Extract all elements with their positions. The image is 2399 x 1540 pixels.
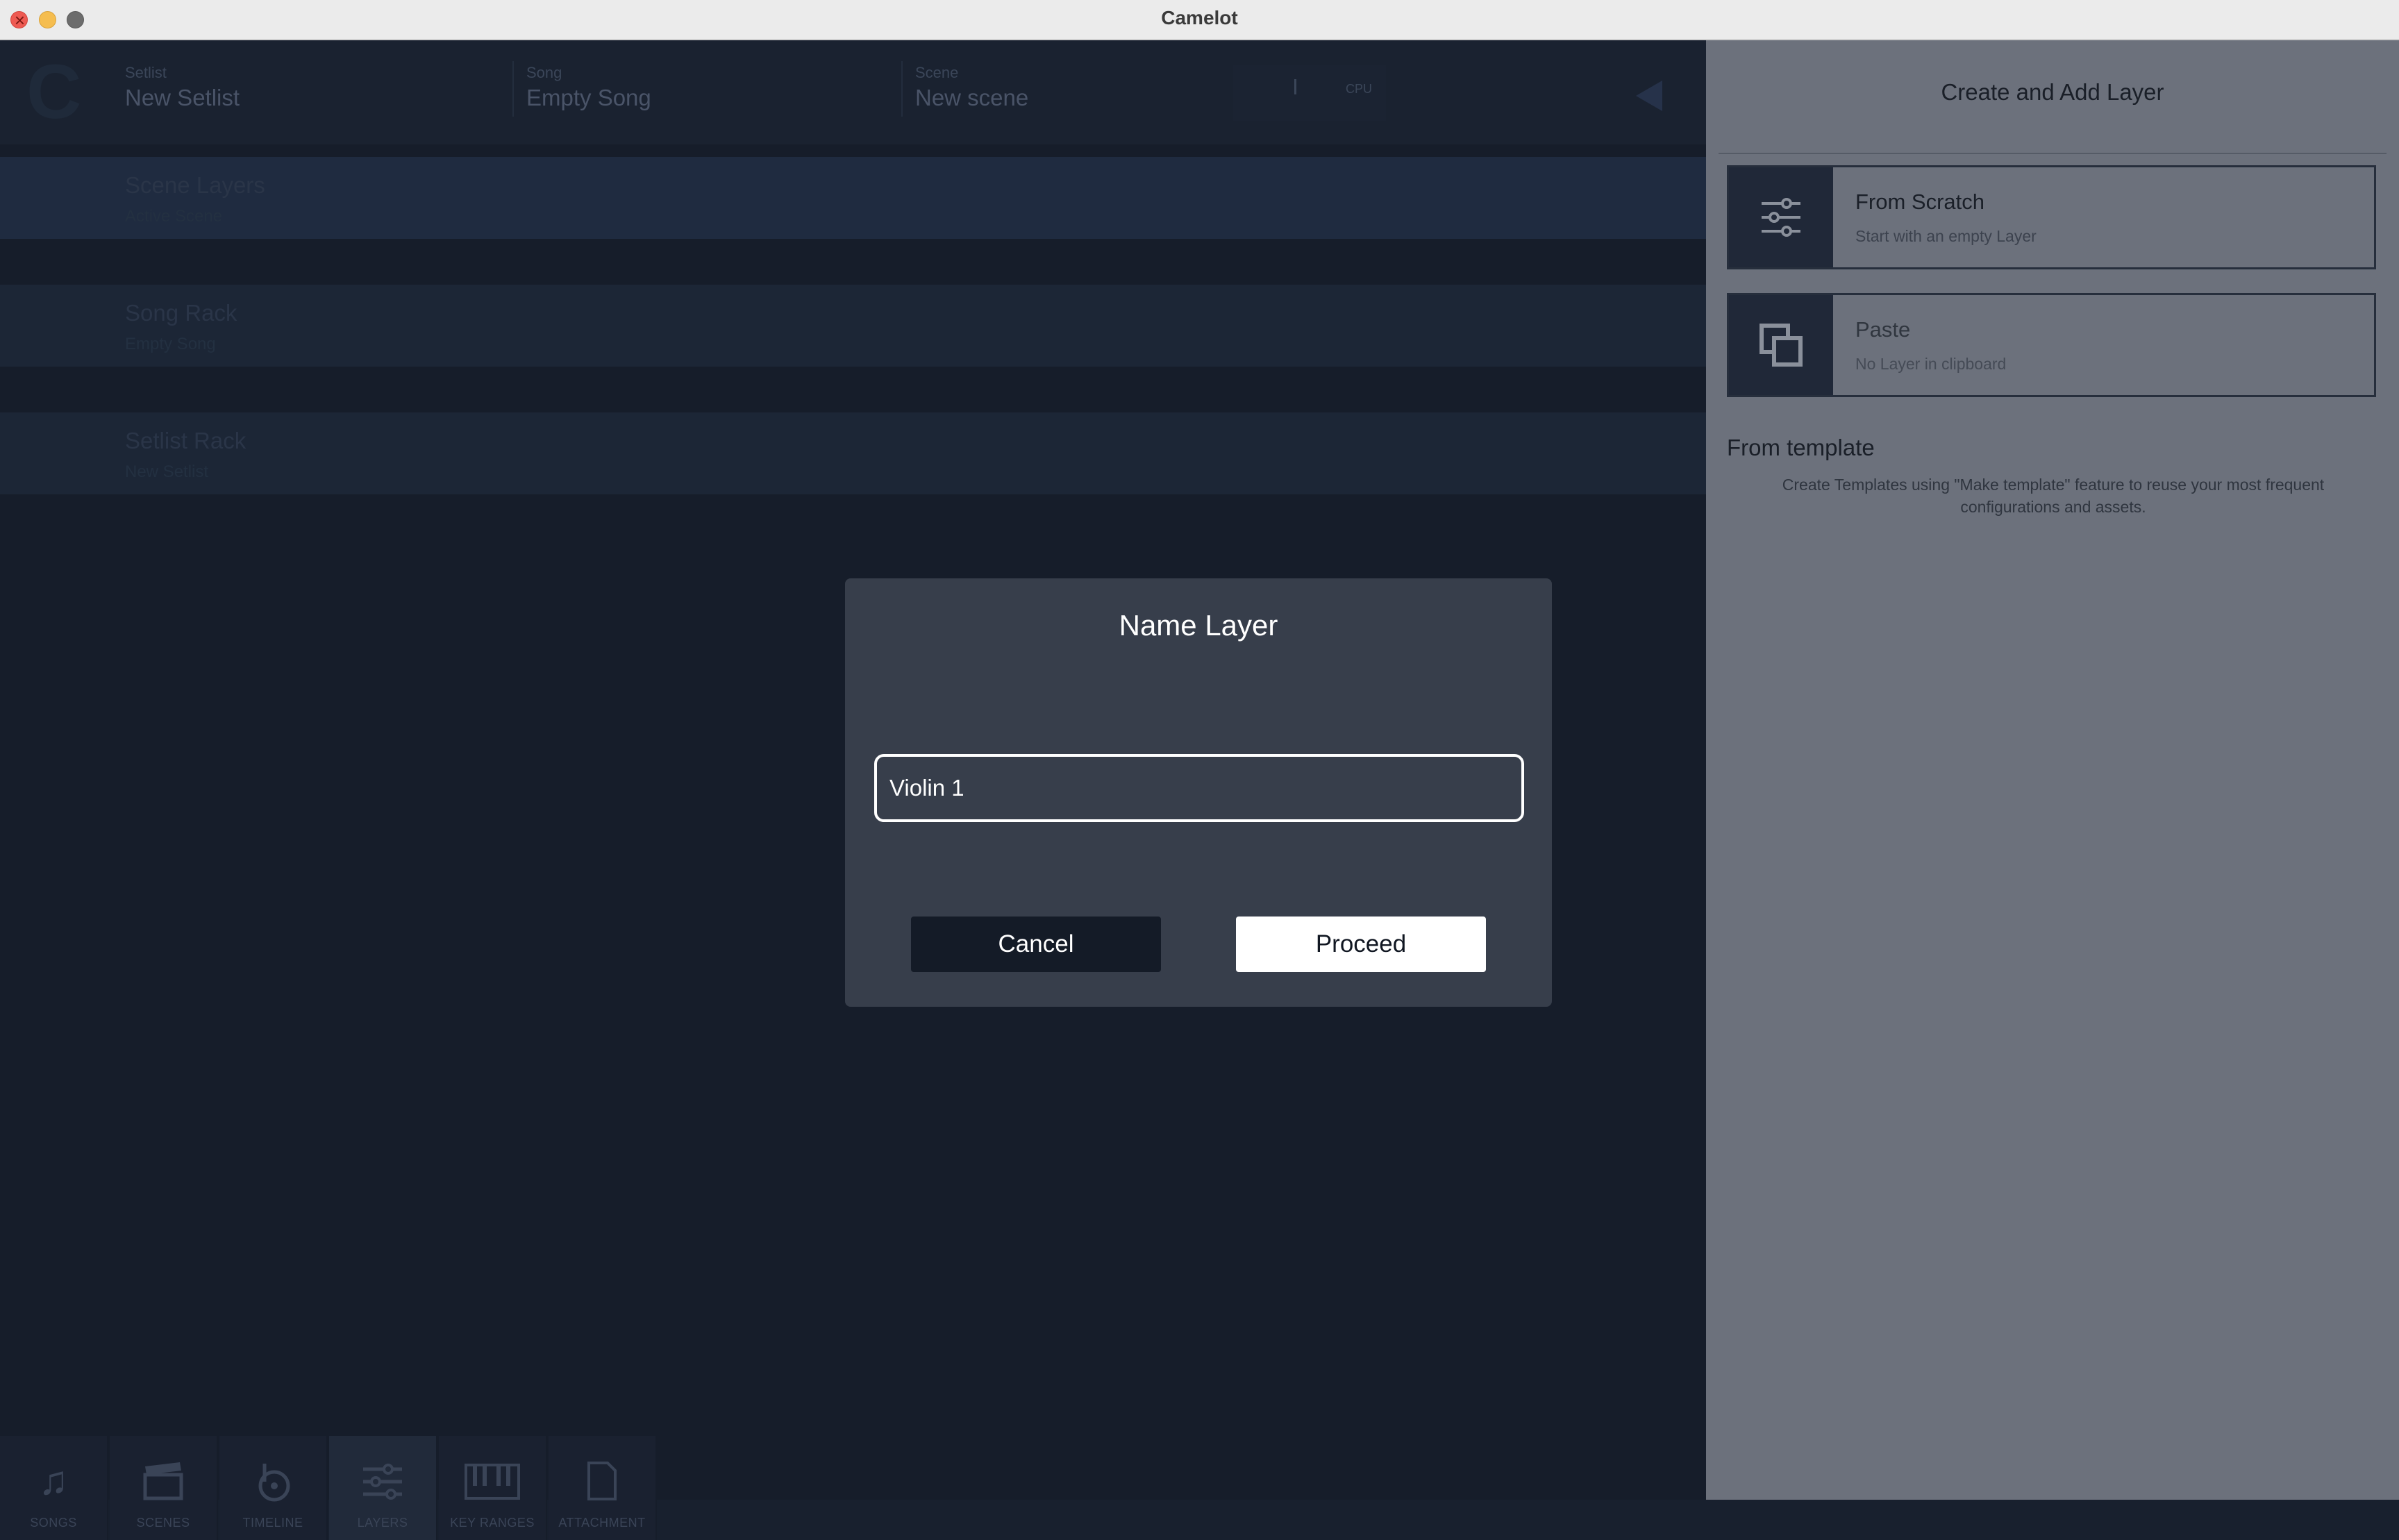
tab-attachment[interactable]: ATTACHMENT bbox=[549, 1436, 657, 1540]
song-value: Empty Song bbox=[526, 85, 651, 110]
camelot-logo-icon[interactable]: C bbox=[26, 54, 82, 131]
cpu-meter-bar bbox=[1294, 79, 1296, 94]
tab-label: SONGS bbox=[30, 1516, 77, 1530]
tab-layers[interactable]: LAYERS bbox=[329, 1436, 437, 1540]
tab-label: ATTACHMENT bbox=[558, 1516, 646, 1530]
timeline-icon bbox=[219, 1457, 326, 1505]
paste-icon bbox=[1729, 295, 1833, 395]
option-title: From Scratch bbox=[1855, 190, 1985, 214]
template-description: Create Templates using "Make template" f… bbox=[1782, 476, 2325, 516]
panel-divider bbox=[1719, 153, 2387, 154]
header-divider bbox=[512, 61, 514, 117]
cpu-label: CPU bbox=[1346, 82, 1373, 96]
cancel-button[interactable]: Cancel bbox=[911, 917, 1161, 972]
top-bar: C Setlist New Setlist Song Empty Song Sc… bbox=[0, 40, 1706, 144]
tab-songs[interactable]: ♫ SONGS bbox=[0, 1436, 108, 1540]
layer-row-title: Scene Layers bbox=[125, 172, 265, 198]
tab-key-ranges[interactable]: KEY RANGES bbox=[439, 1436, 547, 1540]
header-divider bbox=[901, 61, 903, 117]
tab-timeline[interactable]: TIMELINE bbox=[219, 1436, 328, 1540]
collapse-panel-icon[interactable] bbox=[1636, 81, 1662, 111]
layer-row-scene-layers[interactable]: Scene Layers Active Scene bbox=[0, 157, 1706, 239]
tab-label: SCENES bbox=[136, 1516, 190, 1530]
setlist-selector[interactable]: Setlist New Setlist bbox=[125, 64, 240, 111]
scene-value: New scene bbox=[915, 85, 1029, 110]
paste-option[interactable]: Paste No Layer in clipboard bbox=[1727, 293, 2376, 397]
window-titlebar: Camelot bbox=[0, 0, 2399, 40]
name-layer-dialog: Name Layer Cancel Proceed bbox=[845, 578, 1552, 1007]
layer-row-subtitle: Empty Song bbox=[125, 335, 216, 353]
piano-keys-icon bbox=[439, 1457, 546, 1505]
scene-label: Scene bbox=[915, 64, 959, 81]
template-heading: From template bbox=[1727, 435, 1875, 460]
panel-title: Create and Add Layer bbox=[1941, 79, 2164, 105]
sliders-icon bbox=[329, 1457, 436, 1505]
tab-label: LAYERS bbox=[357, 1516, 408, 1530]
from-scratch-option[interactable]: From Scratch Start with an empty Layer bbox=[1727, 165, 2376, 269]
bottom-tab-bar: ♫ SONGS SCENES TIMELINE LAYERS KEY RANGE… bbox=[0, 1436, 660, 1540]
option-subtitle: No Layer in clipboard bbox=[1855, 355, 2007, 373]
clapperboard-icon bbox=[110, 1457, 217, 1505]
tab-label: TIMELINE bbox=[242, 1516, 303, 1530]
layer-row-subtitle: Active Scene bbox=[125, 207, 223, 226]
tab-scenes[interactable]: SCENES bbox=[110, 1436, 218, 1540]
layer-row-title: Setlist Rack bbox=[125, 428, 246, 453]
scene-selector[interactable]: Scene New scene bbox=[915, 64, 1028, 111]
song-label: Song bbox=[526, 64, 562, 81]
setlist-label: Setlist bbox=[125, 64, 167, 81]
sliders-icon bbox=[1729, 167, 1833, 267]
window-title: Camelot bbox=[1161, 7, 1238, 28]
dialog-title: Name Layer bbox=[1119, 609, 1278, 642]
layer-row-title: Song Rack bbox=[125, 300, 237, 326]
option-title: Paste bbox=[1855, 317, 1911, 342]
layer-row-setlist-rack[interactable]: Setlist Rack New Setlist bbox=[0, 412, 1706, 494]
setlist-value: New Setlist bbox=[125, 85, 240, 110]
document-icon bbox=[549, 1457, 655, 1505]
layer-row-subtitle: New Setlist bbox=[125, 462, 209, 481]
layer-row-song-rack[interactable]: Song Rack Empty Song bbox=[0, 285, 1706, 367]
music-note-icon: ♫ bbox=[38, 1458, 69, 1503]
layer-name-input[interactable] bbox=[874, 754, 1524, 822]
create-layer-panel: Create and Add Layer From Scratch Start … bbox=[1706, 40, 2399, 1500]
tab-label: KEY RANGES bbox=[450, 1516, 535, 1530]
option-subtitle: Start with an empty Layer bbox=[1855, 227, 2037, 245]
song-selector[interactable]: Song Empty Song bbox=[526, 64, 651, 111]
proceed-button[interactable]: Proceed bbox=[1236, 917, 1486, 972]
